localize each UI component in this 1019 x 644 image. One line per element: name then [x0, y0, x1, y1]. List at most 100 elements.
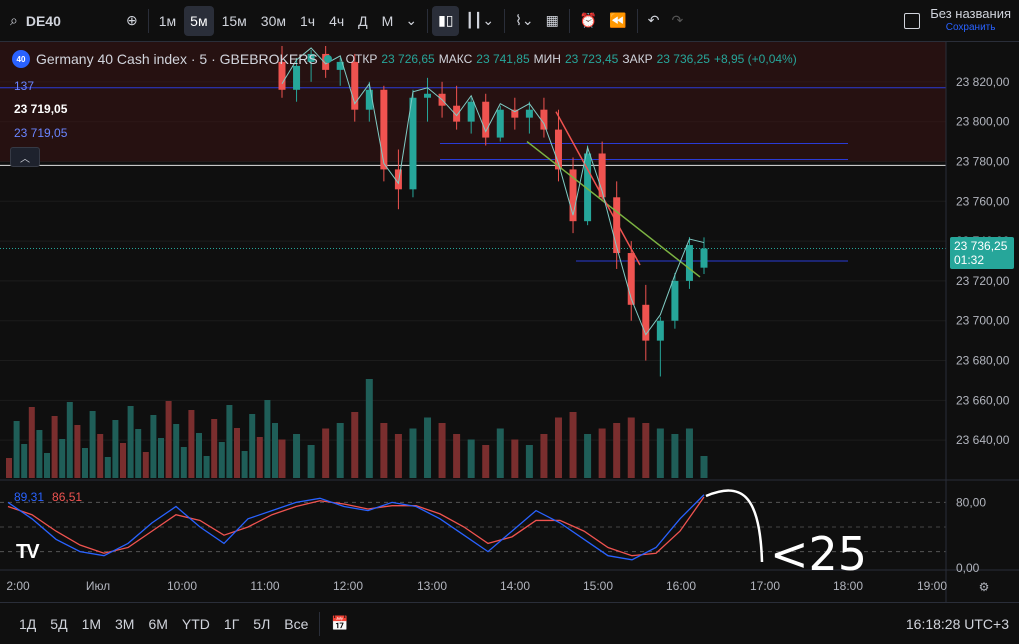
candle-body [671, 280, 679, 321]
chart-canvas[interactable]: 23 820,00 23 800,00 23 780,00 23 760,00 23 7… [0, 42, 1019, 602]
tradingview-logo: TV [16, 541, 40, 563]
go-to-date-button[interactable]: 📅 [324, 615, 355, 632]
volume-bar [272, 423, 278, 478]
osc-axis-label: 80,00 [956, 495, 986, 509]
volume-bar [496, 428, 504, 478]
add-symbol-button[interactable]: ⊕ [120, 6, 144, 36]
chevron-down-icon: ⌄ [405, 12, 418, 28]
collapse-button[interactable]: ︿ [10, 147, 40, 167]
volume-bar [569, 412, 577, 478]
close-value: 23 736,25 [656, 52, 710, 66]
low-label: МИН [533, 52, 561, 66]
volume-bar [203, 456, 210, 478]
high-value: 23 741,85 [476, 52, 530, 66]
bottom-toolbar: 1Д 5Д 1М 3М 6М YTD 1Г 5Л Все 📅 16:18:28 UTC+3 [0, 602, 1019, 644]
indicators-button[interactable]: ⌇ ⌄ [509, 6, 540, 36]
chevron-down-icon: ⌄ [521, 12, 534, 28]
search-icon: ⌕ [10, 12, 18, 28]
layouts-button[interactable]: ▦ [540, 6, 565, 36]
price-axis-label: 23 640,00 [956, 433, 1010, 447]
candle-body [496, 109, 504, 138]
symbol-description[interactable]: Germany 40 Cash index · 5 · GBEBROKERS [36, 51, 318, 67]
clock[interactable]: 16:18:28 UTC+3 [906, 616, 1019, 632]
range-button[interactable]: 1Г [217, 616, 246, 632]
replay-button[interactable]: ⏪ [603, 6, 632, 36]
settings-icon[interactable]: ⚙ [979, 580, 990, 594]
ohlc-values: ОТКР 23 726,65 МАКС 23 741,85 МИН 23 723,45… [346, 52, 797, 66]
volume-bar [409, 428, 417, 478]
timeframe-button[interactable]: 1м [153, 6, 182, 36]
layout-title: Без названия [930, 5, 1011, 21]
range-button[interactable]: 5Д [43, 616, 74, 632]
volume-bar [28, 407, 35, 478]
range-button[interactable]: 5Л [246, 616, 277, 632]
volume-bar [424, 417, 432, 478]
timeframe-button[interactable]: Д [352, 6, 373, 36]
time-axis-label: 12:00 [333, 579, 363, 593]
close-label: ЗАКР [622, 52, 653, 66]
timeframe-button[interactable]: 1ч [294, 6, 321, 36]
range-button[interactable]: YTD [175, 616, 217, 632]
indicators-icon: ⌇ [515, 12, 522, 28]
oscillator-values: 89,31 86,51 [14, 490, 82, 504]
high-label: МАКС [438, 52, 473, 66]
timeframe-button[interactable]: 5м [184, 5, 214, 36]
volume-bar [438, 423, 446, 478]
candle-body [700, 248, 708, 268]
market-status-dot [323, 55, 332, 63]
time-axis-label: 19:00 [917, 579, 947, 593]
volume-bar [671, 434, 679, 478]
time-axis-label: 14:00 [500, 579, 530, 593]
save-link[interactable]: Сохранить [930, 21, 1011, 35]
timeframe-group: 1м 5м 15м 30м 1ч 4ч Д М [153, 5, 400, 36]
top-toolbar: ⌕ DE40 ⊕ 1м 5м 15м 30м 1ч 4ч Д М ⌄ ▮▯ ┃┃ ⌄ ⌇ ⌄ ▦ … [0, 0, 1019, 42]
timeframe-menu-button[interactable]: ⌄ [399, 6, 423, 36]
candle-body [467, 101, 475, 122]
volume-bar [700, 456, 708, 478]
range-button[interactable]: Все [277, 616, 315, 632]
time-axis-label: 18:00 [833, 579, 863, 593]
symbol-search[interactable]: ⌕ DE40 [0, 12, 120, 29]
candle-body [613, 197, 621, 254]
price-axis-label: 23 800,00 [956, 115, 1010, 129]
candle-body [656, 320, 664, 341]
timeframe-button[interactable]: 4ч [323, 6, 350, 36]
range-button[interactable]: 1М [75, 616, 108, 632]
volume-bar [642, 423, 650, 478]
range-button[interactable]: 3М [108, 616, 141, 632]
candle-body [511, 109, 519, 118]
change-value: +8,95 (+0,04%) [713, 52, 797, 66]
divider [319, 611, 321, 636]
volume-bar [44, 453, 50, 478]
volume-bar [351, 412, 359, 478]
volume-bar [467, 439, 475, 478]
candles-icon: ▮▯ [438, 12, 454, 28]
candles-type-button[interactable]: ▮▯ [432, 5, 460, 36]
range-button[interactable]: 6М [141, 616, 174, 632]
divider [504, 8, 506, 33]
handwritten-annotation: <25 [770, 527, 868, 581]
timeframe-button[interactable]: 30м [255, 6, 292, 36]
price-axis-label: 23 660,00 [956, 393, 1010, 407]
layout-title-area[interactable]: Без названия Сохранить [904, 5, 1019, 35]
volume-bar [142, 452, 149, 478]
time-axis-label: 15:00 [583, 579, 613, 593]
open-value: 23 726,65 [381, 52, 435, 66]
volume-bar [196, 433, 202, 478]
current-price-tag: 23 736,25 01:32 [950, 237, 1014, 269]
timeframe-button[interactable]: 15м [216, 6, 253, 36]
volume-bar [234, 428, 240, 478]
alert-button[interactable]: ⏰ [574, 6, 603, 36]
time-axis-label: Июл [86, 579, 110, 593]
stoch-k-value: 89,31 [14, 490, 45, 504]
redo-button[interactable]: ↷ [666, 6, 690, 36]
chart-type-menu-button[interactable]: ┃┃ ⌄ [459, 6, 500, 36]
volume-bar [158, 438, 164, 478]
volume-bar [511, 439, 519, 478]
timeframe-button[interactable]: М [376, 6, 400, 36]
low-value: 23 723,45 [564, 52, 619, 66]
volume-bar [249, 414, 256, 478]
undo-button[interactable]: ↶ [642, 6, 666, 36]
volume-bar [21, 444, 28, 478]
range-button[interactable]: 1Д [12, 616, 43, 632]
